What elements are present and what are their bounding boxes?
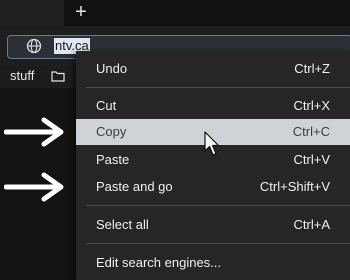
menu-item-shortcut: Ctrl+C bbox=[292, 124, 330, 139]
right-arrow-icon bbox=[4, 172, 64, 202]
new-tab-button[interactable]: + bbox=[70, 1, 92, 23]
menu-item-undo[interactable]: Undo Ctrl+Z bbox=[76, 56, 350, 82]
menu-item-paste-and-go[interactable]: Paste and go Ctrl+Shift+V bbox=[76, 174, 350, 200]
folder-icon[interactable] bbox=[51, 70, 65, 82]
menu-item-shortcut: Ctrl+Z bbox=[294, 61, 330, 76]
menu-item-shortcut: Ctrl+A bbox=[293, 217, 330, 232]
tab-strip: + bbox=[0, 0, 350, 26]
menu-item-shortcut: Ctrl+Shift+V bbox=[259, 179, 330, 194]
menu-item-shortcut: Ctrl+X bbox=[293, 98, 330, 113]
menu-item-shortcut: Ctrl+V bbox=[293, 152, 330, 167]
menu-separator bbox=[86, 87, 350, 88]
context-menu: Undo Ctrl+Z Cut Ctrl+X Copy Ctrl+C Paste… bbox=[76, 51, 350, 280]
menu-item-label: Undo bbox=[96, 61, 128, 76]
mouse-pointer-icon bbox=[204, 131, 220, 156]
active-tab[interactable] bbox=[0, 0, 64, 26]
menu-item-cut[interactable]: Cut Ctrl+X bbox=[76, 93, 350, 119]
browser-window: + ntv.ca stuff Undo Ctrl+Z Cut Ctrl+X Co… bbox=[0, 0, 350, 280]
menu-item-select-all[interactable]: Select all Ctrl+A bbox=[76, 212, 350, 238]
globe-icon bbox=[26, 38, 42, 54]
menu-separator bbox=[86, 243, 350, 244]
menu-item-label: Paste and go bbox=[96, 179, 173, 194]
right-arrow-icon bbox=[4, 117, 64, 147]
bookmark-stuff[interactable]: stuff bbox=[10, 68, 34, 84]
menu-item-label: Cut bbox=[96, 98, 117, 113]
menu-item-edit-search-engines[interactable]: Edit search engines... bbox=[76, 250, 350, 276]
menu-item-label: Copy bbox=[96, 124, 127, 139]
menu-item-label: Select all bbox=[96, 217, 149, 232]
menu-separator bbox=[86, 205, 350, 206]
menu-item-label: Paste bbox=[96, 152, 130, 167]
menu-item-label: Edit search engines... bbox=[96, 255, 222, 270]
